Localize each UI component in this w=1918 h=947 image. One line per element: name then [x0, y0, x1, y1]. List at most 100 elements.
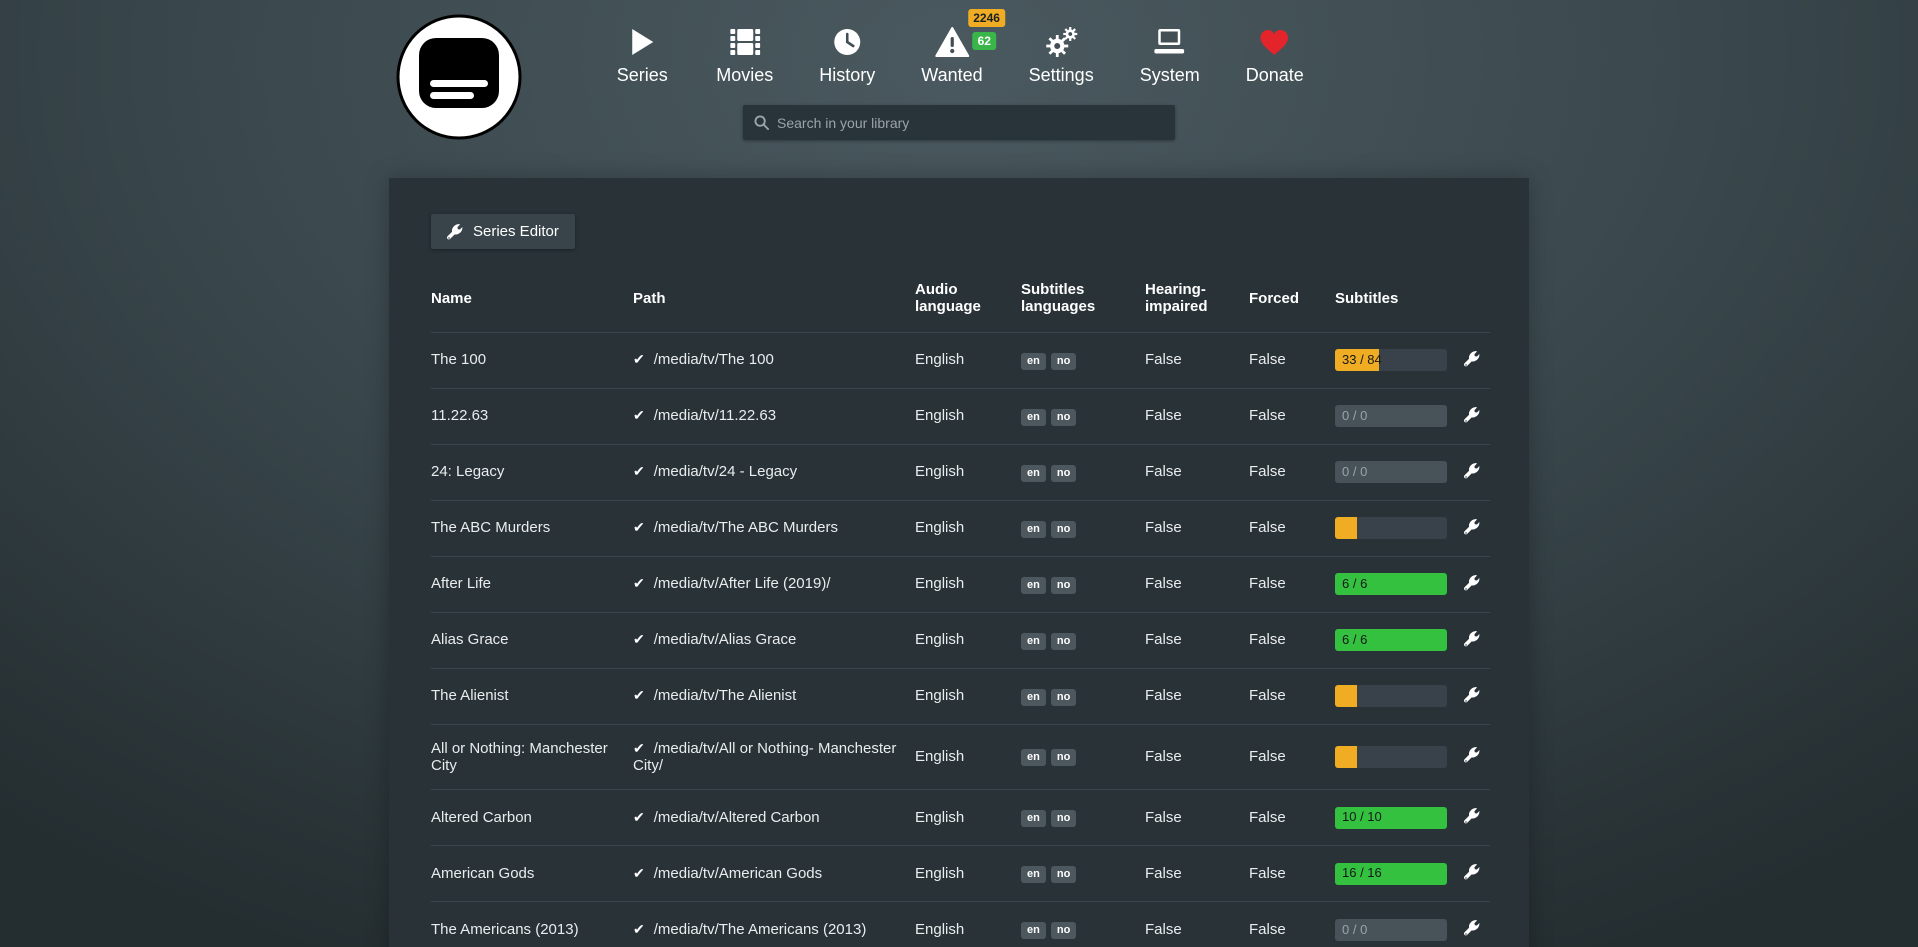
audio-language: English	[915, 500, 1021, 556]
wrench-icon	[1464, 519, 1480, 535]
series-path: ✔/media/tv/The Americans (2013)	[633, 902, 915, 947]
edit-series-button[interactable]	[1462, 861, 1482, 886]
nav-item-donate[interactable]: Donate	[1246, 24, 1304, 86]
series-row: After Life✔/media/tv/After Life (2019)/E…	[431, 556, 1490, 612]
language-badge: no	[1051, 749, 1076, 766]
series-editor-button[interactable]: Series Editor	[431, 214, 575, 249]
edit-series-button[interactable]	[1462, 917, 1482, 942]
hearing-impaired: False	[1145, 668, 1249, 724]
series-path-text: /media/tv/After Life (2019)/	[654, 575, 831, 592]
audio-language: English	[915, 332, 1021, 388]
subtitles-progress-bar: 6 / 6	[1335, 573, 1447, 595]
nav-item-wanted[interactable]: 224662Wanted	[921, 24, 982, 86]
subtitles-progress-label: 0 / 0	[1335, 405, 1447, 427]
series-row: American Gods✔/media/tv/American GodsEng…	[431, 846, 1490, 902]
nav-item-settings[interactable]: Settings	[1029, 24, 1094, 86]
series-path-text: /media/tv/Altered Carbon	[654, 809, 820, 826]
language-badge: no	[1051, 521, 1076, 538]
series-path: ✔ /media/tv/Altered Carbon	[633, 790, 915, 846]
content-panel: Series Editor NamePathAudio languageSubt…	[389, 178, 1529, 947]
series-row: The Americans (2013)✔/media/tv/The Ameri…	[431, 902, 1490, 947]
edit-series-button[interactable]	[1462, 404, 1482, 429]
series-name[interactable]: After Life	[431, 556, 633, 612]
series-name[interactable]: All or Nothing: Manchester City	[431, 724, 633, 790]
forced: False	[1249, 388, 1335, 444]
series-path: ✔/media/tv/After Life (2019)/	[633, 556, 915, 612]
series-name[interactable]: 11.22.63	[431, 388, 633, 444]
series-name[interactable]: The Alienist	[431, 668, 633, 724]
subtitles-progress-label: 16 / 16	[1342, 866, 1382, 881]
audio-language: English	[915, 668, 1021, 724]
nav-item-label: Wanted	[921, 65, 982, 86]
subtitles-progress-bar: 10 / 10	[1335, 807, 1447, 829]
language-badge: no	[1051, 633, 1076, 650]
audio-language: English	[915, 444, 1021, 500]
edit-series-button[interactable]	[1462, 684, 1482, 709]
check-icon: ✔	[633, 631, 645, 647]
subtitles-languages: enno	[1021, 556, 1145, 612]
subtitles-cell: 16 / 16	[1335, 846, 1453, 902]
forced: False	[1249, 556, 1335, 612]
subtitles-cell	[1335, 724, 1453, 790]
bazarr-logo[interactable]	[394, 12, 524, 142]
column-header: Hearing-impaired	[1145, 271, 1249, 332]
column-header: Subtitles	[1335, 271, 1453, 332]
main-nav: Series Movies History 224662Wanted Settings S…	[614, 24, 1304, 86]
language-badge: no	[1051, 810, 1076, 827]
check-icon: ✔	[633, 865, 645, 881]
subtitles-languages: enno	[1021, 612, 1145, 668]
nav-item-label: Movies	[716, 65, 773, 86]
hearing-impaired: False	[1145, 902, 1249, 947]
wrench-icon	[1464, 687, 1480, 703]
search-input[interactable]	[777, 115, 1164, 131]
nav-item-system[interactable]: System	[1140, 24, 1200, 86]
series-row: 11.22.63✔/media/tv/11.22.63EnglishennoFa…	[431, 388, 1490, 444]
nav-item-label: System	[1140, 65, 1200, 86]
subtitles-languages: enno	[1021, 846, 1145, 902]
subtitles-progress-bar: 16 / 16	[1335, 863, 1447, 885]
edit-series-button[interactable]	[1462, 805, 1482, 830]
subtitles-languages: enno	[1021, 332, 1145, 388]
series-name[interactable]: American Gods	[431, 846, 633, 902]
gears-icon	[1044, 24, 1078, 60]
series-editor-label: Series Editor	[473, 223, 559, 240]
heart-icon	[1261, 24, 1289, 60]
series-name[interactable]: The 100	[431, 332, 633, 388]
wrench-icon	[447, 224, 463, 240]
subtitles-cell: 6 / 6	[1335, 556, 1453, 612]
check-icon: ✔	[633, 809, 645, 825]
subtitles-languages: enno	[1021, 902, 1145, 947]
nav-item-history[interactable]: History	[819, 24, 875, 86]
check-icon: ✔	[633, 921, 645, 937]
search-icon	[754, 115, 769, 130]
series-name[interactable]: Alias Grace	[431, 612, 633, 668]
nav-item-label: History	[819, 65, 875, 86]
edit-series-button[interactable]	[1462, 572, 1482, 597]
series-name[interactable]: The Americans (2013)	[431, 902, 633, 947]
edit-series-button[interactable]	[1462, 628, 1482, 653]
subtitles-cell: 10 / 10	[1335, 790, 1453, 846]
audio-language: English	[915, 612, 1021, 668]
hearing-impaired: False	[1145, 500, 1249, 556]
series-name[interactable]: Altered Carbon	[431, 790, 633, 846]
nav-item-movies[interactable]: Movies	[716, 24, 773, 86]
edit-series-button[interactable]	[1462, 516, 1482, 541]
series-name[interactable]: 24: Legacy	[431, 444, 633, 500]
language-badge: no	[1051, 353, 1076, 370]
edit-series-button[interactable]	[1462, 460, 1482, 485]
audio-language: English	[915, 388, 1021, 444]
subtitles-cell	[1335, 500, 1453, 556]
subtitles-languages: enno	[1021, 668, 1145, 724]
series-path: ✔/media/tv/All or Nothing- Manchester Ci…	[633, 724, 915, 790]
wrench-icon	[1464, 351, 1480, 367]
subtitles-languages: enno	[1021, 790, 1145, 846]
series-name[interactable]: The ABC Murders	[431, 500, 633, 556]
forced: False	[1249, 668, 1335, 724]
edit-series-button[interactable]	[1462, 348, 1482, 373]
edit-series-button[interactable]	[1462, 744, 1482, 769]
nav-item-series[interactable]: Series	[614, 24, 670, 86]
series-path-text: /media/tv/11.22.63	[654, 407, 776, 424]
column-header: Path	[633, 271, 915, 332]
language-badge: en	[1021, 866, 1046, 883]
series-path: ✔/media/tv/24 - Legacy	[633, 444, 915, 500]
